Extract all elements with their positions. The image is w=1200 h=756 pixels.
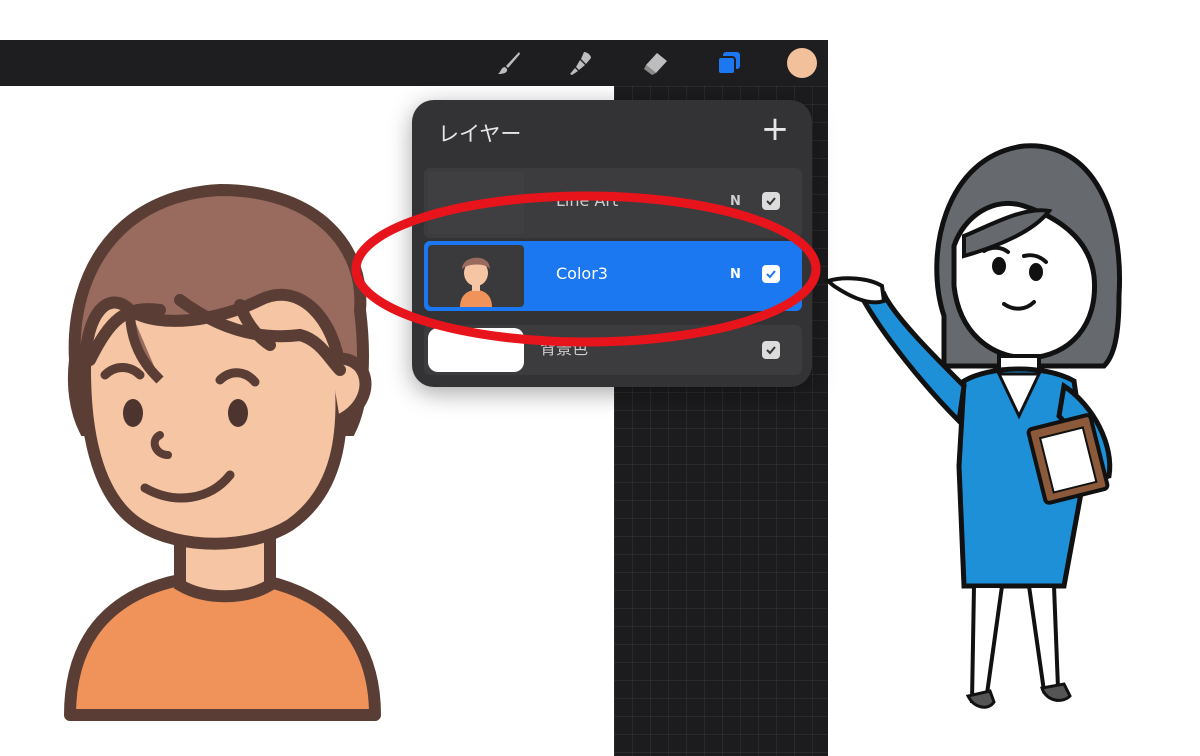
- smudge-icon[interactable]: [566, 48, 596, 78]
- layer-thumbnail-image: [460, 257, 492, 307]
- top-toolbar: [0, 40, 828, 86]
- layer-row-line-art[interactable]: Line Art N: [424, 168, 802, 238]
- visibility-checkbox[interactable]: [762, 192, 780, 210]
- add-layer-button[interactable]: +: [758, 112, 792, 146]
- visibility-checkbox[interactable]: [762, 341, 780, 359]
- layer-name: Color3: [556, 264, 608, 283]
- brush-icon[interactable]: [494, 48, 524, 78]
- check-icon: [766, 346, 776, 355]
- blend-mode[interactable]: N: [730, 267, 741, 282]
- visibility-checkbox[interactable]: [762, 265, 780, 283]
- layer-row-color3[interactable]: Color3 N: [424, 241, 802, 311]
- layer-thumbnail: [428, 328, 524, 372]
- layer-thumbnail: [428, 245, 524, 307]
- check-icon: [766, 270, 776, 279]
- layer-name: Line Art: [556, 191, 619, 210]
- businesswoman-illustration: [824, 143, 1123, 709]
- layers-panel: レイヤー + Line Art N Color3 N 背景色: [412, 100, 812, 387]
- check-icon: [766, 197, 776, 206]
- layer-thumbnail: [428, 172, 524, 234]
- color-swatch[interactable]: [787, 48, 817, 78]
- layer-name: 背景色: [540, 339, 589, 358]
- eraser-icon[interactable]: [640, 48, 670, 78]
- layers-icon[interactable]: [714, 48, 744, 78]
- blend-mode[interactable]: N: [730, 194, 741, 209]
- boy-illustration: [64, 183, 381, 721]
- panel-title: レイヤー: [438, 122, 522, 146]
- layer-row-background[interactable]: 背景色: [424, 325, 802, 375]
